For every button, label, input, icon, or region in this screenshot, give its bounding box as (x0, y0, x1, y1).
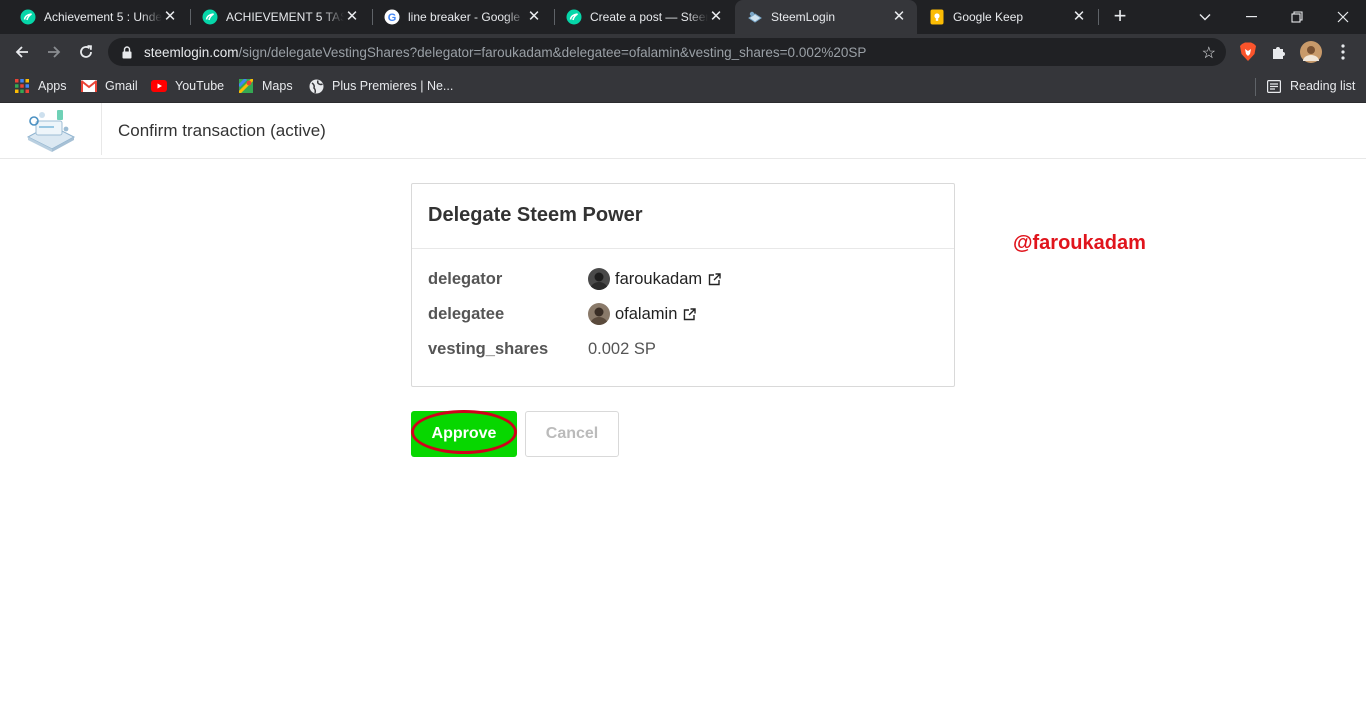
google-icon: G (384, 9, 400, 25)
tab-title: line breaker - Google (408, 10, 521, 24)
bookmark-youtube[interactable]: YouTube (151, 76, 224, 96)
tab-line-breaker[interactable]: G line breaker - Google ✕ (372, 0, 552, 34)
new-tab-button[interactable]: + (1108, 5, 1132, 29)
field-key: delegatee (428, 304, 505, 323)
youtube-icon (151, 78, 167, 94)
bookmark-label: YouTube (175, 79, 225, 93)
close-icon[interactable]: ✕ (526, 9, 542, 25)
tab-separator (1098, 9, 1099, 25)
external-link-icon[interactable] (683, 307, 697, 321)
field-key: delegator (428, 269, 503, 288)
globe-icon (308, 78, 324, 94)
close-icon[interactable]: ✕ (344, 9, 360, 25)
bookmark-label: Plus Premieres | Ne... (332, 79, 454, 93)
field-key: vesting_shares (428, 339, 549, 358)
delegatee-name[interactable]: ofalamin (615, 305, 677, 324)
tab-strip: Achievement 5 : Unde ✕ ACHIEVEMENT 5 TAS… (0, 0, 1366, 34)
close-icon[interactable]: ✕ (162, 9, 178, 25)
bookmark-apps[interactable]: Apps (14, 76, 67, 96)
field-row-vesting-shares: vesting_shares 0.002 SP (428, 337, 938, 361)
bookmark-label: Maps (262, 79, 293, 93)
username-annotation: @faroukadam (1013, 232, 1146, 254)
back-arrow-icon[interactable] (8, 38, 36, 66)
google-keep-icon (929, 9, 945, 25)
bookmark-label: Gmail (105, 79, 138, 93)
field-value: faroukadam (588, 268, 721, 290)
forward-arrow-icon[interactable] (40, 38, 68, 66)
address-bar[interactable]: steemlogin.com/sign/delegateVestingShare… (108, 38, 1226, 66)
restore-icon[interactable] (1274, 0, 1320, 34)
close-icon[interactable]: ✕ (708, 9, 724, 25)
apps-grid-icon (14, 78, 30, 94)
avatar (588, 303, 610, 325)
url-host: steemlogin.com (144, 44, 239, 60)
tab-title: SteemLogin (771, 10, 836, 24)
tab-steemlogin[interactable]: SteemLogin ✕ (735, 0, 917, 34)
reading-list-button[interactable]: Reading list (1266, 76, 1355, 96)
external-link-icon[interactable] (708, 272, 721, 286)
reading-list-icon (1266, 78, 1282, 94)
steemit-icon (20, 9, 36, 25)
bookmark-plus-premieres[interactable]: Plus Premieres | Ne... (308, 76, 453, 96)
bookmark-label: Apps (38, 79, 67, 93)
tab-title: Achievement 5 : Unde (44, 10, 162, 24)
card-divider (412, 248, 954, 249)
field-row-delegatee: delegatee ofalamin (428, 302, 938, 326)
bookmark-maps[interactable]: Maps (238, 76, 293, 96)
bookmark-star-icon[interactable]: ☆ (1202, 43, 1216, 63)
field-value: ofalamin (588, 303, 697, 325)
vesting-shares-value: 0.002 SP (588, 339, 656, 358)
cancel-button[interactable]: Cancel (525, 411, 619, 457)
url-text[interactable]: steemlogin.com/sign/delegateVestingShare… (144, 45, 1184, 60)
gmail-icon (81, 78, 97, 94)
profile-avatar[interactable] (1300, 41, 1322, 63)
browser-menu-icon[interactable] (1332, 41, 1354, 63)
lock-icon[interactable] (120, 45, 134, 59)
tab-title: ACHIEVEMENT 5 TASK (226, 10, 344, 24)
reading-list-label: Reading list (1290, 79, 1356, 93)
tab-title: Create a post — Steem (590, 10, 708, 24)
card-title: Delegate Steem Power (428, 204, 643, 226)
svg-text:G: G (388, 12, 397, 24)
delegator-name[interactable]: faroukadam (615, 270, 702, 289)
bookmarks-separator (1255, 78, 1256, 96)
steemit-icon (566, 9, 582, 25)
close-window-icon[interactable] (1320, 0, 1366, 34)
maps-icon (238, 78, 254, 94)
steemlogin-logo[interactable] (24, 107, 78, 153)
tab-search-chevron-icon[interactable] (1182, 0, 1228, 34)
url-path: /sign/delegateVestingShares?delegator=fa… (238, 44, 867, 60)
tab-title: Google Keep (953, 10, 1024, 24)
bookmarks-bar: Apps Gmail YouTube Maps Plus Premieres |… (0, 70, 1366, 103)
page-title: Confirm transaction (active) (118, 121, 326, 140)
steemit-icon (202, 9, 218, 25)
minimize-icon[interactable] (1228, 0, 1274, 34)
field-row-delegator: delegator faroukadam (428, 267, 938, 291)
avatar (588, 268, 610, 290)
bookmark-gmail[interactable]: Gmail (81, 76, 138, 96)
browser-toolbar: steemlogin.com/sign/delegateVestingShare… (0, 34, 1366, 70)
reload-icon[interactable] (72, 38, 100, 66)
brave-icon[interactable] (1237, 41, 1259, 63)
transaction-card: Delegate Steem Power delegator faroukada… (411, 183, 955, 387)
close-icon[interactable]: ✕ (891, 9, 907, 25)
extensions-puzzle-icon[interactable] (1268, 41, 1290, 63)
steemlogin-icon (747, 9, 763, 25)
approve-button[interactable]: Approve (411, 411, 517, 457)
page-header: Confirm transaction (active) (0, 103, 1366, 159)
close-icon[interactable]: ✕ (1071, 9, 1087, 25)
tab-achievement-5-task[interactable]: ACHIEVEMENT 5 TASK ✕ (190, 0, 370, 34)
header-divider (101, 103, 102, 155)
tab-create-post[interactable]: Create a post — Steem ✕ (554, 0, 734, 34)
tab-achievement-5[interactable]: Achievement 5 : Unde ✕ (8, 0, 188, 34)
tab-google-keep[interactable]: Google Keep ✕ (917, 0, 1097, 34)
